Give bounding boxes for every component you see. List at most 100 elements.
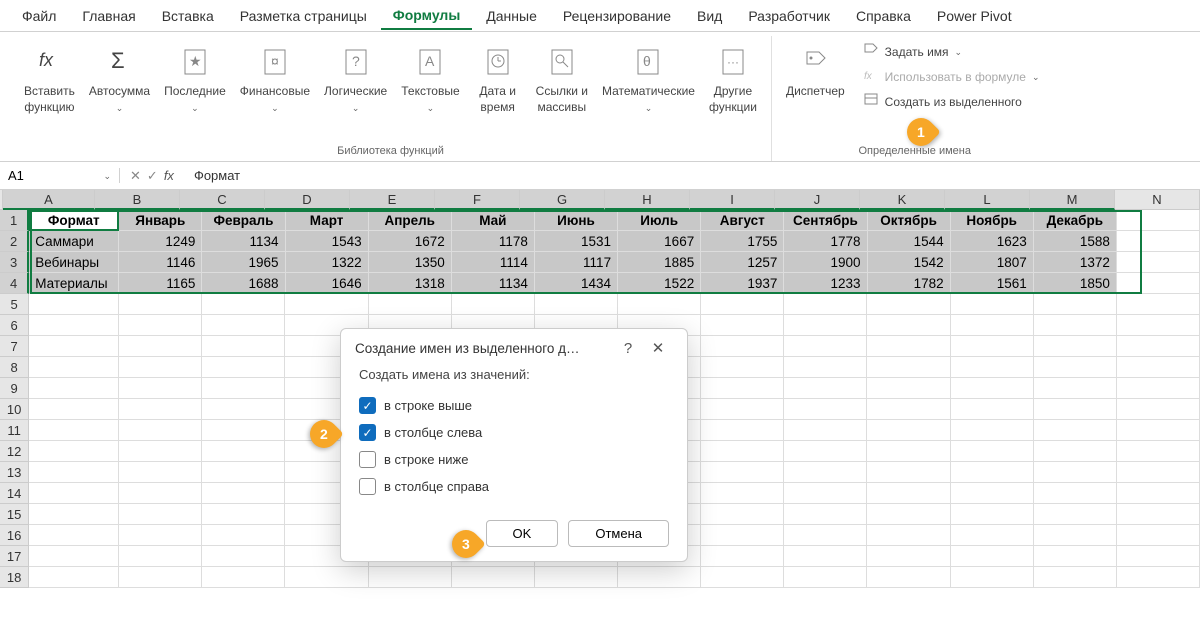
cell[interactable]	[867, 315, 950, 336]
cell[interactable]	[867, 462, 950, 483]
cell[interactable]	[1117, 378, 1200, 399]
cell[interactable]	[951, 336, 1034, 357]
cell[interactable]	[1034, 357, 1117, 378]
cell[interactable]	[29, 504, 119, 525]
cell[interactable]	[202, 525, 285, 546]
cancel-button[interactable]: Отмена	[568, 520, 669, 547]
cell[interactable]	[119, 504, 202, 525]
cell[interactable]: 1522	[618, 273, 701, 294]
cell[interactable]	[784, 294, 867, 315]
cell[interactable]: 1117	[535, 252, 618, 273]
option-right-column[interactable]: в столбце справа	[359, 473, 669, 500]
cell[interactable]: 1178	[452, 231, 535, 252]
cell[interactable]	[1034, 420, 1117, 441]
cell[interactable]	[202, 462, 285, 483]
cell[interactable]	[784, 357, 867, 378]
cell[interactable]	[1117, 231, 1200, 252]
cell[interactable]	[29, 357, 119, 378]
cell[interactable]: 1588	[1034, 231, 1117, 252]
cell[interactable]	[951, 294, 1034, 315]
cell[interactable]	[784, 441, 867, 462]
cell[interactable]: 1672	[369, 231, 452, 252]
cell[interactable]	[1117, 420, 1200, 441]
cell[interactable]	[202, 567, 285, 588]
cell[interactable]: 1350	[369, 252, 452, 273]
column-header-E[interactable]: E	[350, 190, 435, 210]
cell[interactable]	[867, 546, 950, 567]
row-header-1[interactable]: 1	[0, 210, 29, 231]
cell[interactable]: Апрель	[369, 210, 452, 231]
option-bottom-row[interactable]: в строке ниже	[359, 446, 669, 473]
cell[interactable]	[951, 378, 1034, 399]
cell[interactable]: 1778	[784, 231, 867, 252]
cell[interactable]	[1117, 252, 1200, 273]
column-header-D[interactable]: D	[265, 190, 350, 210]
cell[interactable]	[618, 567, 701, 588]
cell[interactable]	[29, 441, 119, 462]
cell[interactable]	[535, 567, 618, 588]
cell[interactable]	[202, 315, 285, 336]
row-header-16[interactable]: 16	[0, 525, 29, 546]
cell[interactable]	[951, 462, 1034, 483]
cell[interactable]	[1034, 315, 1117, 336]
cell[interactable]	[452, 567, 535, 588]
row-header-9[interactable]: 9	[0, 378, 29, 399]
cell[interactable]: 1623	[951, 231, 1034, 252]
cell[interactable]	[867, 357, 950, 378]
cell[interactable]	[701, 462, 784, 483]
row-header-7[interactable]: 7	[0, 336, 29, 357]
menu-review[interactable]: Рецензирование	[551, 3, 683, 29]
name-manager-button[interactable]: Диспетчер	[780, 36, 851, 104]
cell[interactable]	[1117, 210, 1200, 231]
cell[interactable]	[119, 546, 202, 567]
menu-page-layout[interactable]: Разметка страницы	[228, 3, 379, 29]
cell[interactable]	[867, 483, 950, 504]
cell[interactable]	[1117, 357, 1200, 378]
cell[interactable]: 1755	[701, 231, 784, 252]
cell[interactable]	[119, 567, 202, 588]
cell[interactable]	[951, 525, 1034, 546]
cell[interactable]	[119, 315, 202, 336]
cell[interactable]	[202, 336, 285, 357]
cell[interactable]	[119, 399, 202, 420]
cell[interactable]: 1561	[951, 273, 1034, 294]
cell[interactable]: Декабрь	[1034, 210, 1117, 231]
cell[interactable]	[784, 525, 867, 546]
column-header-L[interactable]: L	[945, 190, 1030, 210]
cell[interactable]	[951, 399, 1034, 420]
cell[interactable]	[1117, 546, 1200, 567]
datetime-button[interactable]: Дата и время	[468, 36, 528, 119]
cell[interactable]	[29, 525, 119, 546]
row-header-12[interactable]: 12	[0, 441, 29, 462]
cell[interactable]	[1117, 525, 1200, 546]
cell[interactable]	[701, 336, 784, 357]
cell[interactable]	[951, 357, 1034, 378]
cell[interactable]	[867, 567, 950, 588]
cell[interactable]: 1544	[868, 231, 951, 252]
column-header-G[interactable]: G	[520, 190, 605, 210]
cell[interactable]	[1117, 462, 1200, 483]
row-header-5[interactable]: 5	[0, 294, 29, 315]
cell[interactable]	[202, 399, 285, 420]
menu-developer[interactable]: Разработчик	[736, 3, 842, 29]
cell[interactable]	[951, 315, 1034, 336]
cell[interactable]	[1034, 399, 1117, 420]
row-header-18[interactable]: 18	[0, 567, 29, 588]
cell[interactable]	[202, 420, 285, 441]
menu-formulas[interactable]: Формулы	[381, 2, 473, 30]
financial-button[interactable]: ¤ Финансовые⌄	[234, 36, 316, 119]
cell[interactable]	[701, 420, 784, 441]
cell[interactable]	[951, 483, 1034, 504]
cell[interactable]	[701, 441, 784, 462]
fx-icon[interactable]: fx	[164, 168, 174, 183]
cell[interactable]: 1965	[202, 252, 285, 273]
help-icon[interactable]: ?	[613, 340, 643, 357]
cell[interactable]	[29, 420, 119, 441]
cell[interactable]	[1117, 273, 1200, 294]
cell[interactable]: 1646	[286, 273, 369, 294]
cell[interactable]: 1885	[618, 252, 701, 273]
cell[interactable]	[1034, 378, 1117, 399]
cell[interactable]	[369, 294, 452, 315]
cell[interactable]	[29, 483, 119, 504]
cell[interactable]	[701, 483, 784, 504]
